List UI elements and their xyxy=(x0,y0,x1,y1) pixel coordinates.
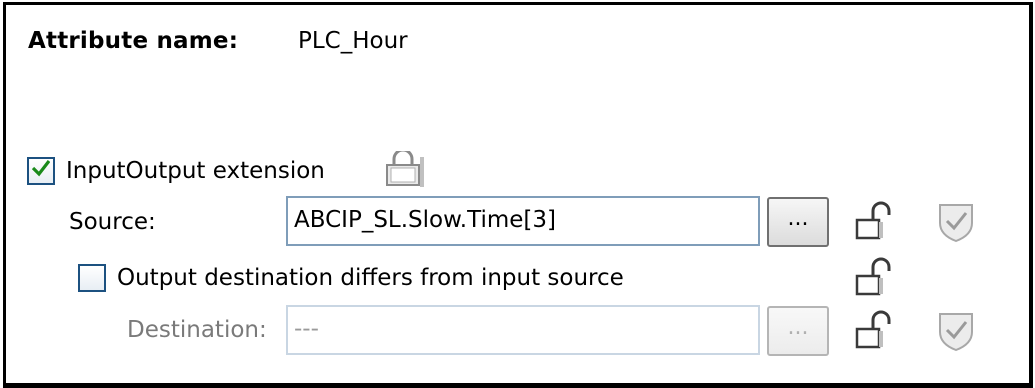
attribute-name-value: PLC_Hour xyxy=(298,28,408,54)
source-label: Source: xyxy=(69,209,156,235)
output-unlock-icon[interactable] xyxy=(855,256,897,298)
output-differs-label: Output destination differs from input so… xyxy=(117,265,624,291)
io-extension-checkbox[interactable] xyxy=(27,157,55,185)
destination-unlock-icon[interactable] xyxy=(855,309,897,351)
output-differs-checkbox[interactable] xyxy=(78,264,106,292)
source-unlock-icon[interactable] xyxy=(855,200,897,242)
attribute-name-label: Attribute name: xyxy=(28,28,239,54)
source-verify-shield-icon[interactable] xyxy=(935,199,977,243)
io-extension-label: InputOutput extension xyxy=(66,158,325,184)
destination-label: Destination: xyxy=(127,317,267,343)
destination-input[interactable]: --- xyxy=(286,305,760,355)
lock-icon[interactable] xyxy=(384,151,426,189)
checkmark-icon xyxy=(32,160,50,177)
source-input[interactable]: ABCIP_SL.Slow.Time[3] xyxy=(286,196,760,246)
destination-verify-shield-icon[interactable] xyxy=(935,308,977,352)
source-browse-button[interactable]: ... xyxy=(767,197,829,247)
destination-browse-button[interactable]: ... xyxy=(767,306,829,356)
